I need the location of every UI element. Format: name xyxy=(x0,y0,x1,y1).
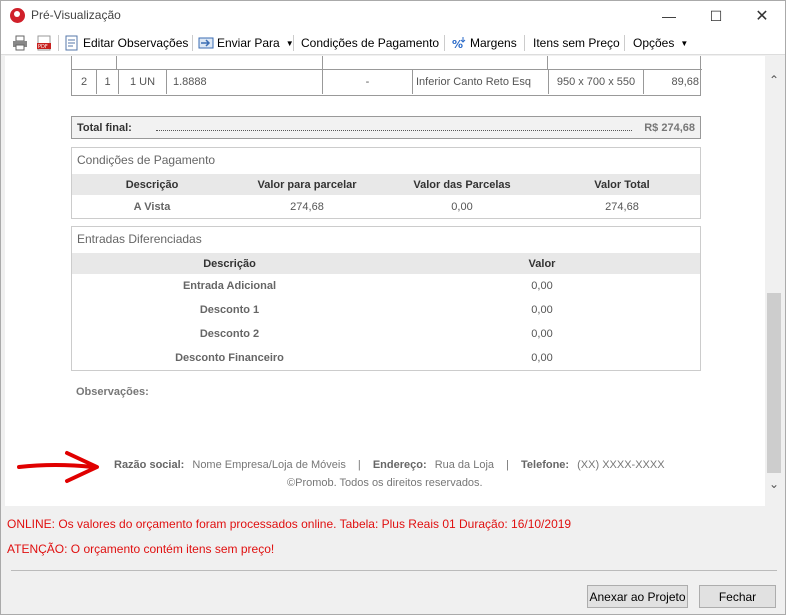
section-title: Entradas Diferenciadas xyxy=(77,232,202,246)
total-label: Total final: xyxy=(77,122,132,134)
report-preview[interactable]: 2 1 1 UN 1.8888 - Inferior Canto Reto Es… xyxy=(5,56,765,506)
scroll-up-icon[interactable]: ⌃ xyxy=(768,74,780,86)
telefone-value: (XX) XXXX-XXXX xyxy=(577,459,665,471)
differentiated-entries-section: Entradas Diferenciadas Descrição Valor E… xyxy=(71,226,701,371)
payment-conditions-label: Condições de Pagamento xyxy=(301,36,440,50)
column-header: Valor das Parcelas xyxy=(413,179,511,191)
payment-conditions-button[interactable]: Condições de Pagamento xyxy=(301,34,439,52)
percent-margins-icon: % xyxy=(452,37,466,51)
table-cell: 274,68 xyxy=(290,201,324,213)
status-area: ONLINE: Os valores do orçamento foram pr… xyxy=(1,506,785,614)
maximize-button[interactable]: ☐ xyxy=(693,1,739,31)
svg-text:PDF: PDF xyxy=(38,44,48,50)
preview-window: Pré-Visualização — ☐ ✕ PDF Editar Observ… xyxy=(0,0,786,615)
company-info-line: Razão social: Nome Empresa/Loja de Móvei… xyxy=(114,459,665,471)
payment-conditions-section: Condições de Pagamento Descrição Valor p… xyxy=(71,147,701,219)
table-cell: Entrada Adicional xyxy=(182,280,277,292)
table-cell: Desconto Financeiro xyxy=(175,352,284,364)
column-header: Descrição xyxy=(125,179,179,191)
items-without-price-label: Itens sem Preço xyxy=(533,36,620,50)
section-title: Condições de Pagamento xyxy=(77,153,216,167)
margins-label: Margens xyxy=(470,36,517,50)
options-menu-button[interactable]: Opções ▼ xyxy=(633,34,688,52)
toolbar-separator xyxy=(293,35,294,51)
items-without-price-button[interactable]: Itens sem Preço xyxy=(533,34,620,52)
table-header: Descrição Valor xyxy=(72,253,700,274)
table-cell: 1.8888 xyxy=(166,70,322,94)
close-window-button[interactable]: ✕ xyxy=(739,1,785,31)
toolbar-separator xyxy=(624,35,625,51)
printer-icon xyxy=(13,35,27,51)
send-to-label: Enviar Para xyxy=(217,36,280,50)
app-logo-icon xyxy=(10,8,25,23)
copyright-text: ©Promob. Todos os direitos reservados. xyxy=(287,477,483,489)
table-cell: 0,00 xyxy=(531,304,553,316)
table-cell: Desconto 1 xyxy=(199,304,260,316)
options-label: Opções xyxy=(633,36,675,50)
separator: | xyxy=(357,459,361,471)
attach-to-project-button[interactable]: Anexar ao Projeto xyxy=(587,585,688,608)
warning-message: ATENÇÃO: O orçamento contém itens sem pr… xyxy=(7,542,275,556)
pdf-export-button[interactable]: PDF xyxy=(36,34,55,52)
razao-social-value: Nome Empresa/Loja de Móveis xyxy=(192,459,346,471)
table-cell: 1 UN xyxy=(118,70,166,94)
observations-label: Observações: xyxy=(76,386,149,398)
toolbar-separator xyxy=(524,35,525,51)
column-header: Valor xyxy=(528,258,556,270)
scroll-down-icon[interactable]: ⌄ xyxy=(768,478,780,490)
scrollbar-thumb[interactable] xyxy=(767,293,781,473)
column-header: Valor para parcelar xyxy=(257,179,357,191)
total-value: R$ 274,68 xyxy=(644,122,695,134)
telefone-label: Telefone: xyxy=(521,459,570,471)
column-header: Valor Total xyxy=(594,179,650,191)
send-to-button[interactable]: Enviar Para ▼ xyxy=(198,34,294,52)
table-cell: 274,68 xyxy=(605,201,639,213)
table-cell: A Vista xyxy=(133,201,171,213)
items-table: 2 1 1 UN 1.8888 - Inferior Canto Reto Es… xyxy=(71,56,702,96)
toolbar: PDF Editar Observações Enviar Para ▼ Con… xyxy=(1,31,785,55)
edit-document-icon xyxy=(65,35,78,51)
edit-observations-button[interactable]: Editar Observações xyxy=(64,34,188,52)
send-icon xyxy=(198,37,214,49)
pdf-icon: PDF xyxy=(37,35,51,51)
edit-observations-label: Editar Observações xyxy=(83,36,189,50)
table-cell: 0,00 xyxy=(451,201,473,213)
table-cell: 1 xyxy=(96,70,118,94)
table-cell: Inferior Canto Reto Esq xyxy=(412,70,548,94)
table-cell: 950 x 700 x 550 xyxy=(548,70,643,94)
razao-social-label: Razão social: xyxy=(114,459,185,471)
table-cell: - xyxy=(322,70,412,94)
column-header: Descrição xyxy=(203,258,256,270)
title-bar: Pré-Visualização — ☐ ✕ xyxy=(1,1,785,31)
table-header: Descrição Valor para parcelar Valor das … xyxy=(72,174,700,195)
table-cell: 2 xyxy=(80,76,88,88)
dotted-leader xyxy=(156,130,632,131)
window-title: Pré-Visualização xyxy=(31,8,121,22)
total-final-row: Total final: R$ 274,68 xyxy=(71,116,701,139)
table-cell: Desconto 2 xyxy=(199,328,260,340)
minimize-button[interactable]: — xyxy=(646,1,692,31)
red-arrow-icon xyxy=(17,451,99,483)
margins-button[interactable]: % Margens xyxy=(451,34,517,52)
online-status-message: ONLINE: Os valores do orçamento foram pr… xyxy=(7,517,572,531)
toolbar-separator xyxy=(58,35,59,51)
table-cell: 89,68 xyxy=(643,70,701,94)
table-cell: 0,00 xyxy=(531,352,553,364)
vertical-scrollbar[interactable]: ⌃ ⌄ xyxy=(765,56,783,496)
table-cell: 0,00 xyxy=(531,328,553,340)
chevron-down-icon: ▼ xyxy=(680,38,689,48)
close-button[interactable]: Fechar xyxy=(699,585,776,608)
separator: | xyxy=(506,459,509,471)
table-cell: 0,00 xyxy=(531,280,553,292)
toolbar-separator xyxy=(192,35,193,51)
table-header-stub xyxy=(72,56,702,70)
endereco-value: Rua da Loja xyxy=(434,459,495,471)
endereco-label: Endereço: xyxy=(372,459,427,471)
divider xyxy=(11,570,777,571)
print-button[interactable] xyxy=(12,34,31,52)
toolbar-separator xyxy=(444,35,445,51)
